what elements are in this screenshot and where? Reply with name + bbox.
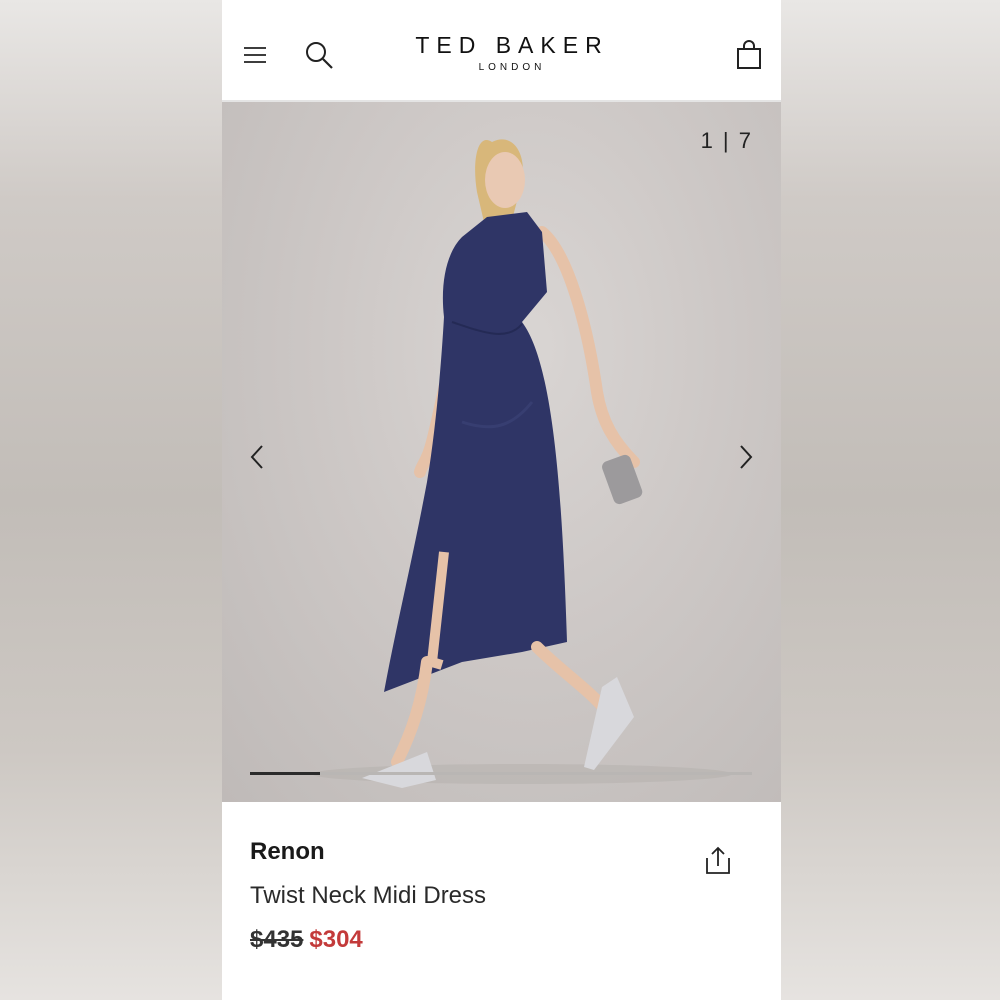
hamburger-menu-icon[interactable]	[240, 40, 270, 70]
site-header: TED BAKER LONDON	[222, 0, 781, 102]
next-image-arrow-icon[interactable]	[731, 442, 761, 472]
product-name: Twist Neck Midi Dress	[250, 882, 487, 909]
product-brand: Renon	[250, 838, 325, 865]
product-image-gallery[interactable]: 1 | 7	[222, 102, 781, 802]
background-blur-right	[781, 0, 1000, 1000]
gallery-progress-fill	[250, 772, 321, 775]
product-info: Renon Twist Neck Midi Dress $435 $304	[222, 802, 781, 1000]
search-icon[interactable]	[302, 38, 336, 72]
product-prices: $435 $304	[250, 926, 363, 954]
phone-screen: TED BAKER LONDON 1 | 7 Renon Twist Neck …	[222, 0, 781, 1000]
shopping-bag-icon[interactable]	[734, 38, 764, 72]
sale-price: $304	[309, 926, 363, 953]
background-blur-left	[0, 0, 222, 1000]
brand-logo[interactable]: TED BAKER LONDON	[362, 32, 662, 73]
product-photo	[312, 139, 732, 788]
logo-sub-text: LONDON	[478, 62, 546, 73]
original-price: $435	[250, 926, 304, 953]
logo-main-text: TED BAKER	[415, 32, 609, 58]
previous-image-arrow-icon[interactable]	[242, 442, 272, 472]
share-icon[interactable]	[704, 846, 736, 880]
gallery-progress-bar	[250, 772, 752, 775]
image-counter: 1 | 7	[700, 128, 753, 153]
